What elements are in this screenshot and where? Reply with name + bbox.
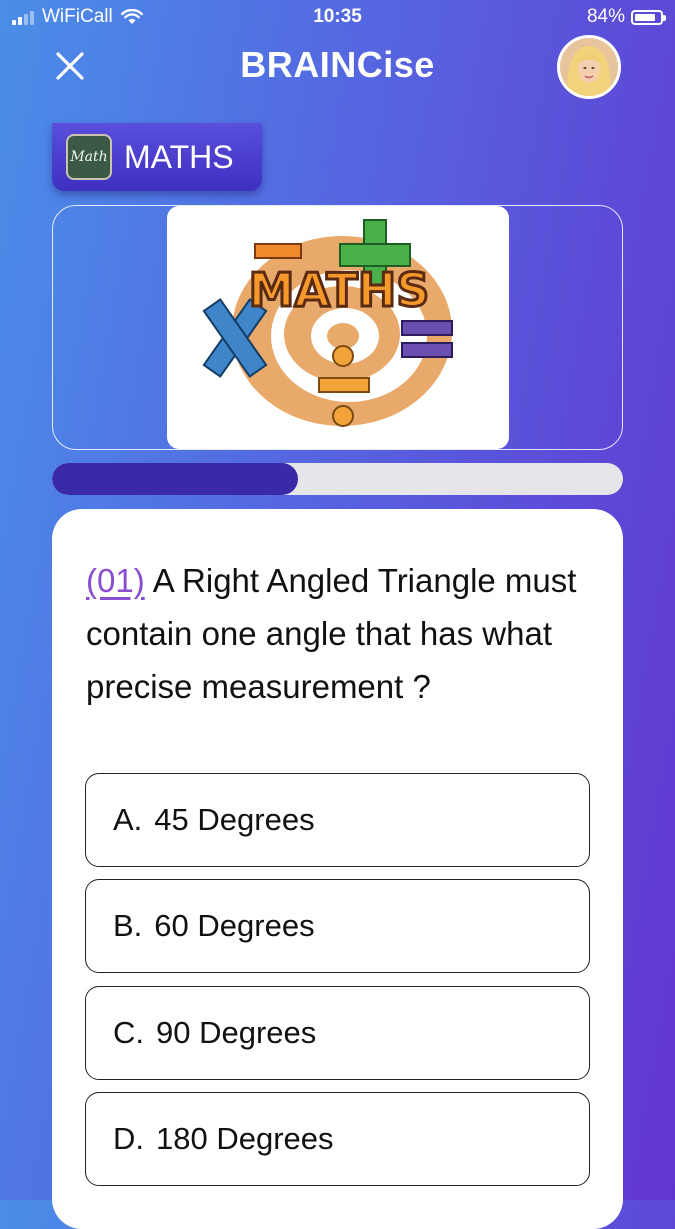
- user-avatar-icon: [560, 38, 618, 96]
- avatar[interactable]: [557, 35, 621, 99]
- option-text: 60 Degrees: [154, 908, 315, 943]
- option-letter: B.: [113, 908, 143, 943]
- answer-option-c[interactable]: C. 90 Degrees: [85, 986, 590, 1080]
- progress-bar: [52, 463, 623, 495]
- option-text: 90 Degrees: [156, 1015, 317, 1050]
- clock: 10:35: [313, 6, 362, 27]
- question-number: (01): [86, 562, 145, 599]
- answer-option-b[interactable]: B. 60 Degrees: [85, 879, 590, 973]
- battery-icon: [631, 9, 666, 25]
- question-card: (01) A Right Angled Triangle must contain…: [52, 509, 623, 1229]
- subject-tab[interactable]: Math MATHS: [52, 123, 262, 191]
- maths-banner-image: MATHS: [167, 206, 509, 449]
- option-letter: D.: [113, 1121, 144, 1156]
- option-letter: A.: [113, 802, 143, 837]
- status-bar: WiFiCall 10:35 84%: [0, 0, 675, 36]
- answer-option-d[interactable]: D. 180 Degrees: [85, 1092, 590, 1186]
- option-text: 180 Degrees: [156, 1121, 334, 1156]
- banner-text: MATHS: [249, 263, 430, 317]
- question-text-block: (01) A Right Angled Triangle must contain…: [86, 554, 591, 713]
- battery-percent: 84%: [586, 6, 625, 27]
- banner-frame: MATHS: [52, 205, 623, 450]
- question-text: A Right Angled Triangle must contain one…: [86, 562, 577, 705]
- option-letter: C.: [113, 1015, 144, 1050]
- progress-fill: [52, 463, 298, 495]
- subject-label: MATHS: [124, 138, 234, 175]
- option-text: 45 Degrees: [154, 802, 315, 837]
- answer-option-a[interactable]: A. 45 Degrees: [85, 773, 590, 867]
- math-chalkboard-icon: Math: [66, 134, 112, 180]
